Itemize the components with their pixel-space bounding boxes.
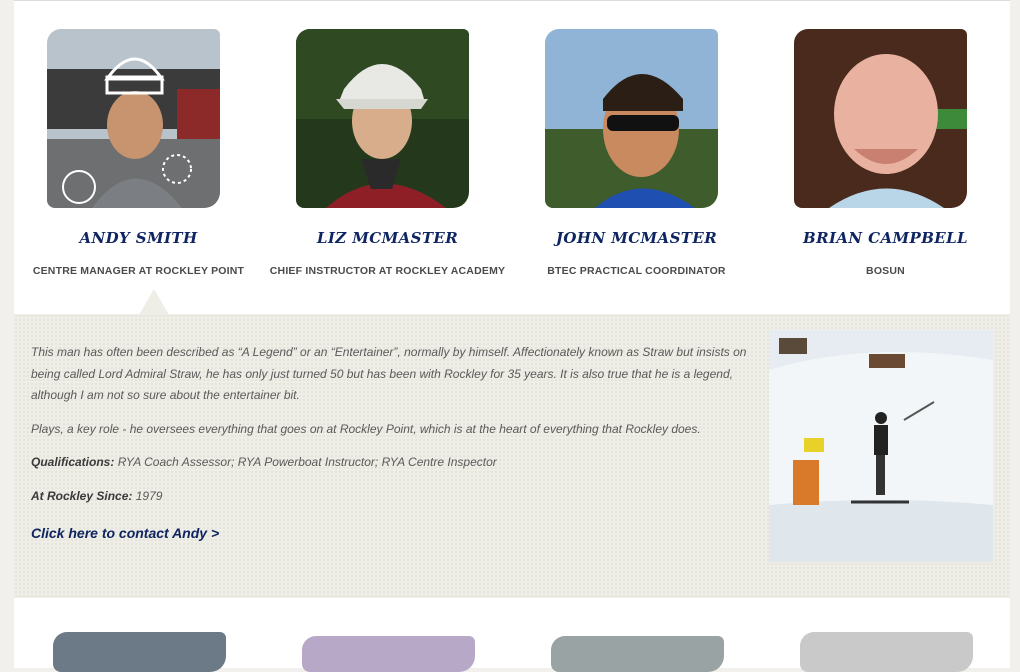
skier-snow-photo bbox=[769, 330, 993, 562]
staff-role: CENTRE MANAGER AT ROCKLEY POINT bbox=[32, 265, 245, 277]
john-mcmaster-photo[interactable] bbox=[545, 29, 718, 208]
qualifications-line: Qualifications: RYA Coach Assessor; RYA … bbox=[31, 452, 751, 474]
selected-pointer bbox=[139, 289, 169, 315]
staff-card-liz-mcmaster[interactable]: Liz McMaster CHIEF INSTRUCTOR AT ROCKLEY… bbox=[263, 1, 512, 315]
since-label: At Rockley Since: bbox=[31, 488, 133, 503]
qualifications-label: Qualifications: bbox=[31, 455, 115, 469]
staff-detail-panel: This man has often been described as “A … bbox=[14, 314, 1010, 598]
staff-name[interactable]: Liz McMaster bbox=[263, 229, 512, 247]
qualifications-value: RYA Coach Assessor; RYA Powerboat Instru… bbox=[117, 455, 497, 469]
bio-paragraph: This man has often been described as “A … bbox=[31, 345, 747, 402]
contact-andy-link[interactable]: Click here to contact Andy > bbox=[31, 523, 219, 545]
staff-grid-next-row bbox=[14, 598, 1010, 672]
since-line: At Rockley Since: 1979 bbox=[31, 486, 751, 508]
staff-role: CHIEF INSTRUCTOR AT ROCKLEY ACADEMY bbox=[269, 265, 506, 277]
andy-smith-photo[interactable] bbox=[47, 29, 220, 208]
staff-card-andy-smith[interactable]: Andy Smith CENTRE MANAGER AT ROCKLEY POI… bbox=[14, 1, 263, 315]
staff-card-brian-campbell[interactable]: Brian Campbell BOSUN bbox=[761, 1, 1010, 315]
staff-name[interactable]: Andy Smith bbox=[14, 229, 263, 247]
staff-name[interactable]: John McMaster bbox=[512, 229, 761, 247]
staff-photo[interactable] bbox=[53, 632, 226, 672]
liz-mcmaster-photo[interactable] bbox=[296, 29, 469, 208]
staff-photo[interactable] bbox=[800, 632, 973, 672]
staff-role: BTEC PRACTICAL COORDINATOR bbox=[547, 265, 726, 277]
staff-name[interactable]: Brian Campbell bbox=[761, 229, 1010, 247]
role-paragraph: Plays, a key role - he oversees everythi… bbox=[31, 421, 701, 436]
staff-role: BOSUN bbox=[866, 265, 905, 277]
staff-photo[interactable] bbox=[551, 636, 724, 672]
staff-photo[interactable] bbox=[302, 636, 475, 672]
since-value: 1979 bbox=[135, 488, 163, 503]
staff-bio: This man has often been described as “A … bbox=[31, 342, 751, 546]
staff-card-john-mcmaster[interactable]: John McMaster BTEC PRACTICAL COORDINATOR bbox=[512, 1, 761, 315]
brian-campbell-photo[interactable] bbox=[794, 29, 967, 208]
staff-grid: Andy Smith CENTRE MANAGER AT ROCKLEY POI… bbox=[14, 0, 1010, 315]
